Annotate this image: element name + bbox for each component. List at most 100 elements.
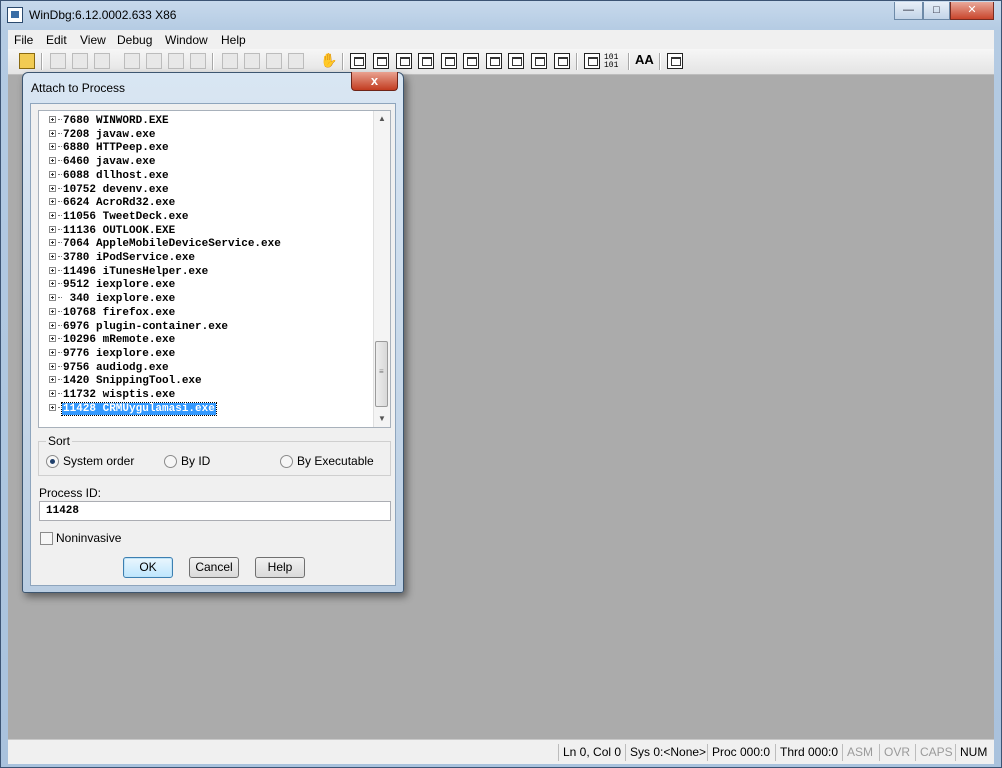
- tree-item[interactable]: 6088 dllhost.exe: [49, 169, 170, 183]
- step-over-icon[interactable]: [244, 53, 260, 69]
- process-tree[interactable]: 7680 WINWORD.EXE 7208 javaw.exe 6880 HTTPe…: [38, 110, 391, 428]
- expand-plus-icon[interactable]: [49, 321, 56, 329]
- step-into-icon[interactable]: [222, 53, 238, 69]
- tree-item[interactable]: 9512 iexplore.exe: [49, 278, 176, 292]
- go-icon[interactable]: [124, 53, 140, 69]
- registers-icon[interactable]: [418, 53, 434, 69]
- menu-debug[interactable]: Debug: [117, 33, 152, 47]
- tree-item[interactable]: 6976 plugin-container.exe: [49, 320, 229, 334]
- tree-item[interactable]: 9756 audiodg.exe: [49, 361, 170, 375]
- stop-icon[interactable]: [168, 53, 184, 69]
- menu-help[interactable]: Help: [221, 33, 246, 47]
- font-icon[interactable]: AA: [635, 52, 655, 69]
- expand-plus-icon[interactable]: [49, 362, 56, 370]
- menu-file[interactable]: File: [14, 33, 33, 47]
- scratch-pad-icon[interactable]: [508, 53, 524, 69]
- tree-item[interactable]: 6460 javaw.exe: [49, 155, 156, 169]
- radio-system-order[interactable]: [46, 455, 59, 468]
- tree-item[interactable]: 340 iexplore.exe: [49, 292, 176, 306]
- expand-plus-icon[interactable]: [49, 157, 56, 165]
- open-folder-icon[interactable]: [19, 53, 35, 69]
- expand-plus-icon[interactable]: [49, 116, 56, 123]
- expand-plus-icon[interactable]: [49, 211, 56, 219]
- expand-plus-icon[interactable]: [49, 143, 56, 151]
- menu-view[interactable]: View: [80, 33, 106, 47]
- scroll-thumb[interactable]: ≡: [375, 341, 388, 407]
- menu-window[interactable]: Window: [165, 33, 208, 47]
- break-icon[interactable]: [190, 53, 206, 69]
- expand-plus-icon[interactable]: [49, 129, 56, 137]
- tree-item[interactable]: 7680 WINWORD.EXE: [49, 114, 170, 128]
- tree-item[interactable]: 10768 firefox.exe: [49, 306, 176, 320]
- noninvasive-label[interactable]: Noninvasive: [56, 531, 121, 545]
- expand-plus-icon[interactable]: [49, 253, 56, 260]
- radio-by-id-label[interactable]: By ID: [181, 454, 210, 468]
- menu-edit[interactable]: Edit: [46, 33, 67, 47]
- tree-item[interactable]: 3780 iPodService.exe: [49, 251, 196, 265]
- tree-item[interactable]: 1420 SnippingTool.exe: [49, 374, 203, 388]
- tree-item[interactable]: 10752 devenv.exe: [49, 183, 170, 197]
- tree-item[interactable]: 11428 CRMUygulamasi.exe: [49, 401, 217, 416]
- restart-icon[interactable]: [146, 53, 162, 69]
- processes-threads-icon[interactable]: [531, 53, 547, 69]
- expand-plus-icon[interactable]: [49, 390, 56, 397]
- noninvasive-checkbox[interactable]: [40, 532, 53, 545]
- tree-scrollbar[interactable]: ▲ ≡ ▼: [373, 111, 390, 427]
- tree-item[interactable]: 11136 OUTLOOK.EXE: [49, 224, 176, 238]
- radio-by-id[interactable]: [164, 455, 177, 468]
- call-stack-icon[interactable]: [463, 53, 479, 69]
- tree-item[interactable]: 6624 AcroRd32.exe: [49, 196, 176, 210]
- paste-icon[interactable]: [94, 53, 110, 69]
- expand-plus-icon[interactable]: [49, 307, 56, 315]
- tree-item[interactable]: 7208 javaw.exe: [49, 128, 156, 142]
- radio-system-order-label[interactable]: System order: [63, 454, 134, 468]
- expand-plus-icon[interactable]: [49, 184, 56, 192]
- run-to-cursor-icon[interactable]: [288, 53, 304, 69]
- disassembly-icon[interactable]: [486, 53, 502, 69]
- expand-plus-icon[interactable]: [49, 198, 56, 206]
- cut-icon[interactable]: [50, 53, 66, 69]
- windbg-app-icon[interactable]: [7, 7, 23, 23]
- expand-plus-icon[interactable]: [49, 403, 56, 411]
- title-bar[interactable]: WinDbg:6.12.0002.633 X86 — □ ✕: [1, 1, 1001, 31]
- help-button[interactable]: Help: [255, 557, 305, 578]
- tree-item[interactable]: 11496 iTunesHelper.exe: [49, 265, 209, 279]
- cancel-button[interactable]: Cancel: [189, 557, 239, 578]
- expand-plus-icon[interactable]: [49, 348, 56, 356]
- scroll-down-arrow-icon[interactable]: ▼: [374, 411, 390, 427]
- expand-plus-icon[interactable]: [49, 280, 56, 288]
- copy-icon[interactable]: [72, 53, 88, 69]
- options-icon[interactable]: [667, 53, 683, 69]
- locals-icon[interactable]: [396, 53, 412, 69]
- process-id-input[interactable]: 11428: [39, 501, 391, 521]
- scroll-up-arrow-icon[interactable]: ▲: [374, 111, 390, 127]
- maximize-button[interactable]: □: [923, 2, 950, 20]
- source-mode-icon[interactable]: [584, 53, 600, 69]
- radio-by-executable-label[interactable]: By Executable: [297, 454, 374, 468]
- radio-by-executable[interactable]: [280, 455, 293, 468]
- command-window-icon[interactable]: [350, 53, 366, 69]
- tree-item[interactable]: 11056 TweetDeck.exe: [49, 210, 189, 224]
- options-window-icon[interactable]: [554, 53, 570, 69]
- tree-item[interactable]: 7064 AppleMobileDeviceService.exe: [49, 237, 282, 251]
- expand-plus-icon[interactable]: [49, 225, 56, 233]
- hand-icon[interactable]: ✋: [320, 52, 337, 69]
- tree-item[interactable]: 6880 HTTPeep.exe: [49, 141, 170, 155]
- tree-item[interactable]: 11732 wisptis.exe: [49, 388, 176, 402]
- expand-plus-icon[interactable]: [49, 266, 56, 274]
- memory-icon[interactable]: [441, 53, 457, 69]
- expand-plus-icon[interactable]: [49, 294, 56, 302]
- expand-plus-icon[interactable]: [49, 335, 56, 343]
- step-out-icon[interactable]: [266, 53, 282, 69]
- hex-mode-icon[interactable]: 101 101: [604, 53, 624, 70]
- dialog-close-button[interactable]: x: [351, 72, 398, 91]
- ok-button[interactable]: OK: [123, 557, 173, 578]
- tree-item[interactable]: 9776 iexplore.exe: [49, 347, 176, 361]
- expand-plus-icon[interactable]: [49, 170, 56, 178]
- expand-plus-icon[interactable]: [49, 376, 56, 384]
- watch-icon[interactable]: [373, 53, 389, 69]
- tree-item[interactable]: 10296 mRemote.exe: [49, 333, 176, 347]
- minimize-button[interactable]: —: [894, 2, 923, 20]
- close-button[interactable]: ✕: [950, 2, 994, 20]
- expand-plus-icon[interactable]: [49, 239, 56, 247]
